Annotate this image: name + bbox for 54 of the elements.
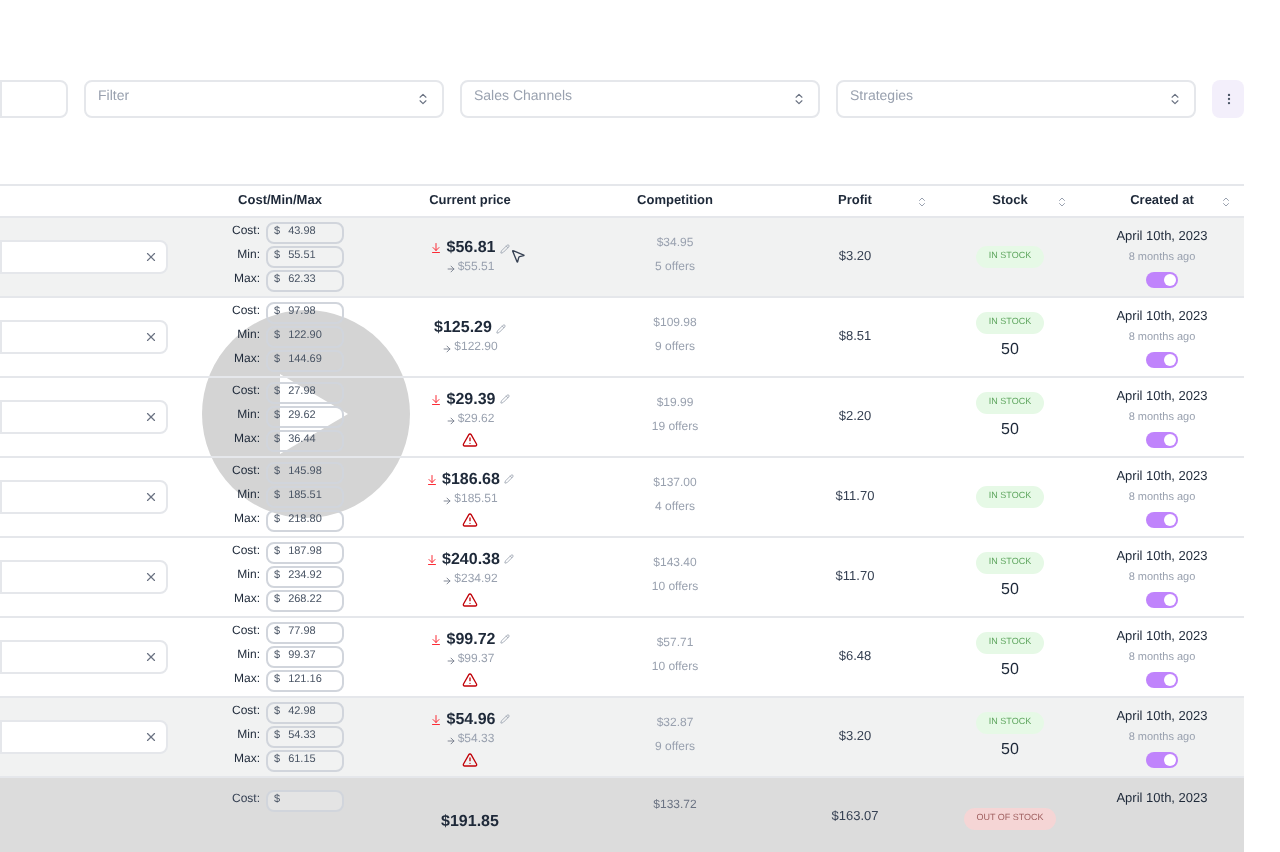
text-field[interactable] <box>0 640 168 674</box>
current-price: $29.39 <box>446 387 496 411</box>
arrow-right-icon <box>442 495 453 505</box>
text-field[interactable] <box>0 560 168 594</box>
text-field[interactable] <box>0 720 168 754</box>
edit-icon[interactable] <box>503 554 514 564</box>
arrow-right-icon <box>445 655 456 665</box>
chevron-icon <box>792 92 806 106</box>
search-field[interactable] <box>0 80 68 118</box>
play-icon <box>280 374 348 454</box>
clear-icon[interactable] <box>144 250 158 264</box>
text-field[interactable] <box>0 240 168 274</box>
stock-quantity: 50 <box>1001 337 1019 362</box>
current-price: $125.29 <box>434 316 492 340</box>
edit-icon[interactable] <box>503 474 514 484</box>
toggle-switch[interactable] <box>1146 431 1178 447</box>
edit-icon[interactable] <box>495 323 506 333</box>
toggle-switch[interactable] <box>1146 671 1178 687</box>
arrow-right-icon <box>442 344 453 354</box>
arrow-right-icon <box>445 735 456 745</box>
clear-icon[interactable] <box>144 650 158 664</box>
arrow-right-icon <box>445 415 456 425</box>
stock-quantity: 50 <box>1001 577 1019 602</box>
toggle-switch[interactable] <box>1146 511 1178 527</box>
arrow-right-icon <box>442 575 453 585</box>
text-field[interactable] <box>0 320 168 354</box>
current-price: $191.85 <box>441 810 499 834</box>
edit-icon[interactable] <box>499 394 510 404</box>
current-price: $54.96 <box>446 707 496 731</box>
current-price: $56.81 <box>446 236 496 260</box>
text-field[interactable] <box>0 400 168 434</box>
cursor-icon <box>510 248 526 264</box>
clear-icon[interactable] <box>144 410 158 424</box>
clear-icon[interactable] <box>144 490 158 504</box>
clear-icon[interactable] <box>144 730 158 744</box>
toggle-switch[interactable] <box>1146 271 1178 287</box>
stock-quantity: 50 <box>1001 657 1019 682</box>
stock-quantity: 50 <box>1001 417 1019 442</box>
text-field[interactable] <box>0 480 168 514</box>
edit-icon[interactable] <box>499 714 510 724</box>
toggle-switch[interactable] <box>1146 351 1178 367</box>
clear-icon[interactable] <box>144 330 158 344</box>
toggle-switch[interactable] <box>1146 751 1178 767</box>
current-price: $186.68 <box>442 467 500 491</box>
toggle-switch[interactable] <box>1146 591 1178 607</box>
stock-quantity: 50 <box>1001 737 1019 762</box>
edit-icon[interactable] <box>499 634 510 644</box>
chevron-icon <box>416 92 430 106</box>
chevron-icon <box>1168 92 1182 106</box>
current-price: $240.38 <box>442 547 500 571</box>
current-price: $99.72 <box>446 627 496 651</box>
edit-icon[interactable] <box>499 243 510 253</box>
arrow-right-icon <box>445 264 456 274</box>
clear-icon[interactable] <box>144 570 158 584</box>
